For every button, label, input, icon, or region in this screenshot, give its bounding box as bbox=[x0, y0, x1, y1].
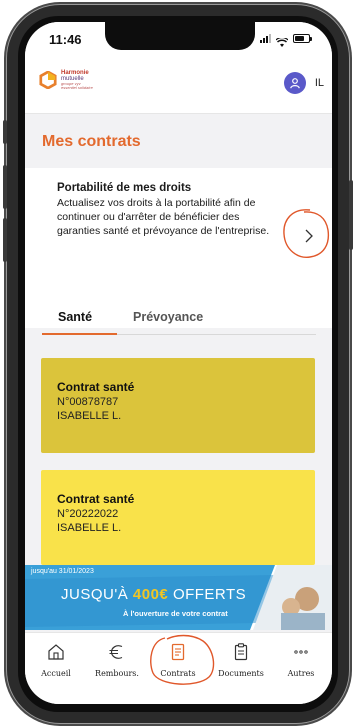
banner-headline: JUSQU'À 400€ OFFERTS bbox=[61, 586, 246, 603]
contract-card[interactable]: Contrat santé N°20222022 ISABELLE L. bbox=[41, 470, 315, 565]
portability-title: Portabilité de mes droits bbox=[57, 182, 192, 194]
page-title: Mes contrats bbox=[42, 133, 141, 150]
chevron-right-icon bbox=[305, 229, 313, 243]
home-icon bbox=[48, 644, 64, 660]
harmonie-logo[interactable]: Harmonie mutuelle groupe vyv essentiel s… bbox=[39, 70, 93, 90]
main-content: Mes contrats Portabilité de mes droits A… bbox=[25, 114, 332, 634]
promo-banner[interactable]: jusqu'au 31/01/2023 JUSQU'À 400€ OFFERTS… bbox=[25, 565, 332, 630]
nav-label-documents: Documents bbox=[218, 669, 264, 678]
portability-action-button[interactable] bbox=[291, 218, 327, 254]
nav-label-autres: Autres bbox=[287, 669, 315, 678]
portability-description: Actualisez vos droits à la portabilité a… bbox=[57, 197, 270, 237]
banner-subline: À l'ouverture de votre contrat bbox=[123, 609, 228, 618]
user-icon bbox=[290, 78, 300, 89]
nav-item-documents[interactable]: Documents bbox=[211, 641, 271, 678]
portability-card[interactable]: Portabilité de mes droits Actualisez vos… bbox=[25, 168, 332, 335]
banner-amount: 400€ bbox=[132, 586, 169, 603]
nav-item-contrats[interactable]: Contrats bbox=[148, 641, 208, 678]
logo-hexagon-icon bbox=[39, 71, 57, 89]
user-initials[interactable]: IL bbox=[315, 77, 324, 89]
contract-title: Contrat santé bbox=[57, 492, 135, 506]
battery-icon bbox=[293, 34, 312, 43]
avatar[interactable] bbox=[284, 72, 306, 94]
banner-date: jusqu'au 31/01/2023 bbox=[31, 568, 94, 575]
banner-headline-suffix: OFFERTS bbox=[172, 586, 247, 603]
mute-switch bbox=[3, 120, 7, 144]
contract-tabs: Santé Prévoyance bbox=[42, 302, 316, 335]
signal-icon bbox=[260, 34, 271, 43]
contract-holder: ISABELLE L. bbox=[57, 522, 122, 534]
screen: 11:46 Harmonie mutuelle groupe vyv essen… bbox=[25, 22, 332, 704]
tab-prevoyance[interactable]: Prévoyance bbox=[133, 310, 203, 324]
contract-holder: ISABELLE L. bbox=[57, 410, 122, 422]
nav-label-contrats: Contrats bbox=[160, 669, 196, 678]
active-tab-indicator bbox=[42, 333, 117, 335]
volume-down-button bbox=[3, 218, 7, 262]
contract-number: N°20222022 bbox=[57, 508, 119, 520]
contract-card[interactable]: Contrat santé N°00878787 ISABELLE L. bbox=[41, 358, 315, 453]
contract-number: N°00878787 bbox=[57, 396, 119, 408]
euro-icon bbox=[109, 645, 123, 659]
nav-item-autres[interactable]: Autres bbox=[271, 641, 331, 678]
status-icons bbox=[260, 34, 312, 47]
contract-icon bbox=[171, 643, 185, 661]
nav-label-rembours: Rembours. bbox=[95, 669, 139, 678]
banner-headline-prefix: JUSQU'À bbox=[61, 586, 129, 603]
contract-title: Contrat santé bbox=[57, 380, 135, 394]
nav-item-rembours[interactable]: Rembours. bbox=[87, 641, 147, 678]
more-icon bbox=[294, 650, 308, 654]
nav-item-accueil[interactable]: Accueil bbox=[26, 641, 86, 678]
nav-label-accueil: Accueil bbox=[41, 669, 71, 678]
logo-tagline: essentiel solidaire bbox=[61, 85, 93, 90]
app-header: Harmonie mutuelle groupe vyv essentiel s… bbox=[25, 58, 332, 114]
status-time: 11:46 bbox=[49, 32, 82, 47]
bottom-nav: Accueil Rembours. Contrats Documents Aut… bbox=[25, 632, 332, 704]
volume-up-button bbox=[3, 165, 7, 209]
power-button bbox=[349, 180, 353, 250]
documents-icon bbox=[234, 643, 248, 661]
tab-sante[interactable]: Santé bbox=[58, 310, 92, 324]
notch bbox=[105, 22, 255, 50]
wifi-icon bbox=[275, 34, 289, 47]
